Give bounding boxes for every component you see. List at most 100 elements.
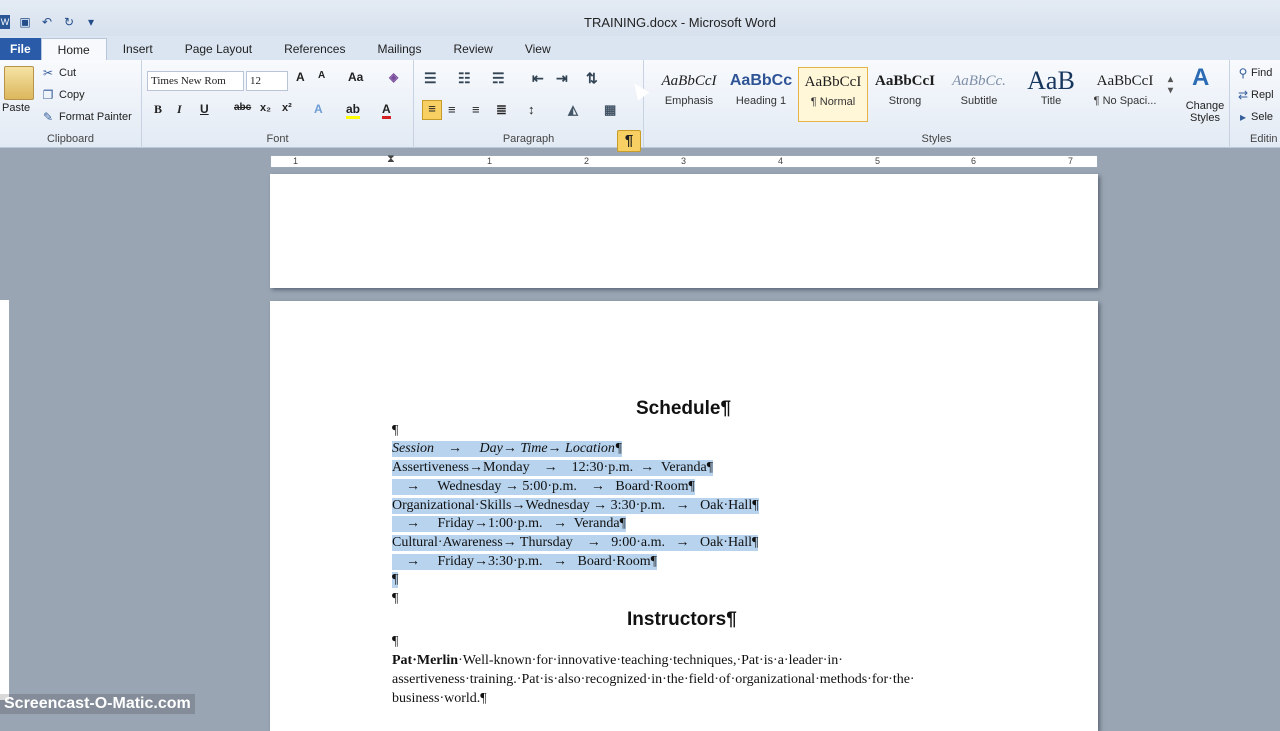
paste-button[interactable]: Paste [2, 102, 30, 114]
format-painter-label: Format Painter [59, 110, 132, 123]
ruler-mark: 2 [584, 156, 590, 166]
instructor-name: Pat·Merlin [392, 653, 459, 668]
paste-icon[interactable] [4, 66, 34, 100]
schedule-line[interactable]: → Friday→3:30·p.m. → Board·Room¶ [392, 554, 657, 570]
schedule-line[interactable]: Session → Day→ Time→ Location¶ [392, 441, 623, 457]
show-hide-marks-button[interactable]: ¶ [617, 130, 641, 152]
ruler-mark: 1 [487, 156, 493, 166]
align-center-icon[interactable]: ≡ [448, 102, 456, 117]
editing-group: ⚲ Find ⇄ Repl ▸ Sele Editin [1230, 60, 1280, 148]
font-group: Times New Rom 12 A A Aa ◈ B I U abc x₂ x… [142, 60, 414, 148]
cut-label: Cut [59, 66, 77, 79]
title-bar: W ▣ ↶ ↻ ▾ TRAINING.docx - Microsoft Word [0, 0, 1280, 36]
schedule-line[interactable]: → Wednesday → 5:00·p.m. → Board·Room¶ [392, 479, 695, 495]
ruler-mark: 7 [1068, 156, 1074, 166]
subscript-button[interactable]: x₂ [260, 102, 271, 114]
cut-button[interactable]: ✂ Cut [40, 65, 76, 81]
borders-icon[interactable]: ▦ [604, 102, 616, 118]
style-subtitle[interactable]: AaBbCc. Subtitle [944, 67, 1014, 122]
style-no-spacing[interactable]: AaBbCcI ¶ No Spaci... [1090, 67, 1160, 122]
tab-file[interactable]: File [0, 38, 41, 60]
select-label: Sele [1251, 110, 1274, 123]
instructor-text: ·Well-known·for·innovative·teaching·tech… [458, 653, 843, 668]
tab-review[interactable]: Review [437, 38, 508, 60]
line-spacing-icon[interactable]: ↕ [528, 102, 535, 117]
font-size-box[interactable]: 12 [246, 71, 288, 91]
shrink-font-button[interactable]: A [318, 70, 325, 81]
page-2[interactable]: Schedule¶ ¶ Session → Day→ Time→ Locatio… [270, 301, 1098, 731]
superscript-button[interactable]: x² [282, 102, 292, 114]
instructor-paragraph-line[interactable]: assertiveness·training.·Pat·is·also·reco… [392, 672, 915, 688]
style-strong[interactable]: AaBbCcI Strong [870, 67, 940, 122]
font-color-icon[interactable]: A [382, 102, 391, 119]
heading-schedule[interactable]: Schedule¶ [636, 398, 731, 420]
align-right-icon[interactable]: ≡ [472, 102, 480, 117]
blank-paragraph[interactable]: ¶ [392, 423, 398, 439]
shading-icon[interactable]: ◭ [568, 102, 578, 118]
style-normal[interactable]: AaBbCcI ¶ Normal [798, 67, 868, 122]
watermark: Screencast-O-Matic.com [0, 694, 195, 714]
styles-group: AaBbCcI Emphasis AaBbCc Heading 1 AaBbCcI ¶… [644, 60, 1230, 148]
tab-page-layout[interactable]: Page Layout [169, 38, 268, 60]
tab-insert[interactable]: Insert [107, 38, 169, 60]
schedule-line[interactable]: → Friday→1:00·p.m. → Veranda¶ [392, 516, 626, 532]
styles-scroll-icon[interactable]: ▴ ▾ [1168, 74, 1173, 96]
change-styles-icon[interactable]: A [1192, 64, 1209, 92]
format-painter-button[interactable]: ✎ Format Painter [40, 109, 132, 125]
style-name: Subtitle [960, 95, 998, 107]
copy-button[interactable]: ❐ Copy [40, 87, 85, 103]
change-case-button[interactable]: Aa [348, 70, 363, 84]
schedule-line[interactable]: Assertiveness→Monday → 12:30·p.m. → Vera… [392, 460, 714, 476]
underline-button[interactable]: U [200, 102, 209, 116]
style-title[interactable]: AaB Title [1016, 67, 1086, 122]
schedule-line[interactable]: ¶ [392, 572, 399, 588]
font-name-box[interactable]: Times New Rom [147, 71, 244, 91]
page-1 [270, 174, 1098, 288]
paragraph-group: ☰ ☷ ☴ ⇤ ⇥ ⇅ ≡ ≡ ≡ ≣ ↕ ◭ ▦ Paragraph [414, 60, 644, 148]
tab-references[interactable]: References [268, 38, 361, 60]
replace-button[interactable]: ⇄ Repl [1238, 87, 1274, 103]
horizontal-ruler[interactable]: 1 ⧗ 1 2 3 4 5 6 7 [270, 153, 1098, 168]
ruler-mark: 1 [293, 156, 299, 166]
decrease-indent-icon[interactable]: ⇤ [532, 70, 544, 87]
bold-button[interactable]: B [154, 102, 162, 117]
style-heading-1[interactable]: AaBbCc Heading 1 [726, 67, 796, 122]
align-left-icon[interactable]: ≡ [422, 100, 442, 120]
style-preview: AaBbCc [729, 72, 793, 89]
schedule-line[interactable]: Organizational·Skills→Wednesday → 3:30·p… [392, 498, 759, 514]
schedule-line[interactable]: Cultural·Awareness→ Thursday → 9:00·a.m.… [392, 535, 759, 551]
ruler-mark: 3 [681, 156, 687, 166]
select-button[interactable]: ▸ Sele [1238, 109, 1273, 125]
tab-mailings[interactable]: Mailings [361, 38, 437, 60]
justify-icon[interactable]: ≣ [496, 102, 507, 118]
scissors-icon: ✂ [42, 66, 54, 80]
clear-formatting-icon[interactable]: ◈ [389, 70, 398, 84]
strikethrough-button[interactable]: abc [234, 102, 251, 113]
instructor-paragraph-line[interactable]: Pat·Merlin·Well-known·for·innovative·tea… [392, 653, 843, 669]
sort-icon[interactable]: ⇅ [586, 70, 598, 87]
heading-instructors[interactable]: Instructors¶ [627, 609, 737, 631]
blank-paragraph[interactable]: ¶ [392, 591, 398, 607]
text-effects-icon[interactable]: A [314, 102, 323, 116]
ribbon-tabs: File Home Insert Page Layout References … [0, 36, 1280, 60]
style-name: Strong [888, 95, 922, 107]
grow-font-button[interactable]: A [296, 70, 305, 84]
indent-marker-icon[interactable]: ⧗ [387, 153, 395, 166]
style-emphasis[interactable]: AaBbCcI Emphasis [654, 67, 724, 122]
style-preview: AaBbCcI [804, 74, 862, 90]
bullets-icon[interactable]: ☰ [424, 70, 437, 87]
ribbon: Paste ✂ Cut ❐ Copy ✎ Format Painter Clipboa… [0, 60, 1280, 152]
style-name: ¶ Normal [810, 96, 856, 108]
document-canvas[interactable]: Schedule¶ ¶ Session → Day→ Time→ Locatio… [10, 170, 1280, 731]
multilevel-list-icon[interactable]: ☴ [492, 70, 505, 87]
numbering-icon[interactable]: ☷ [458, 70, 471, 87]
tab-home[interactable]: Home [40, 38, 107, 60]
blank-paragraph[interactable]: ¶ [392, 634, 398, 650]
italic-button[interactable]: I [177, 102, 182, 117]
tab-view[interactable]: View [509, 38, 567, 60]
change-styles-button[interactable]: Change Styles [1182, 100, 1228, 124]
instructor-paragraph-line[interactable]: business·world.¶ [392, 691, 487, 707]
find-button[interactable]: ⚲ Find [1238, 65, 1273, 81]
increase-indent-icon[interactable]: ⇥ [556, 70, 568, 87]
highlight-icon[interactable]: ab [346, 102, 361, 119]
